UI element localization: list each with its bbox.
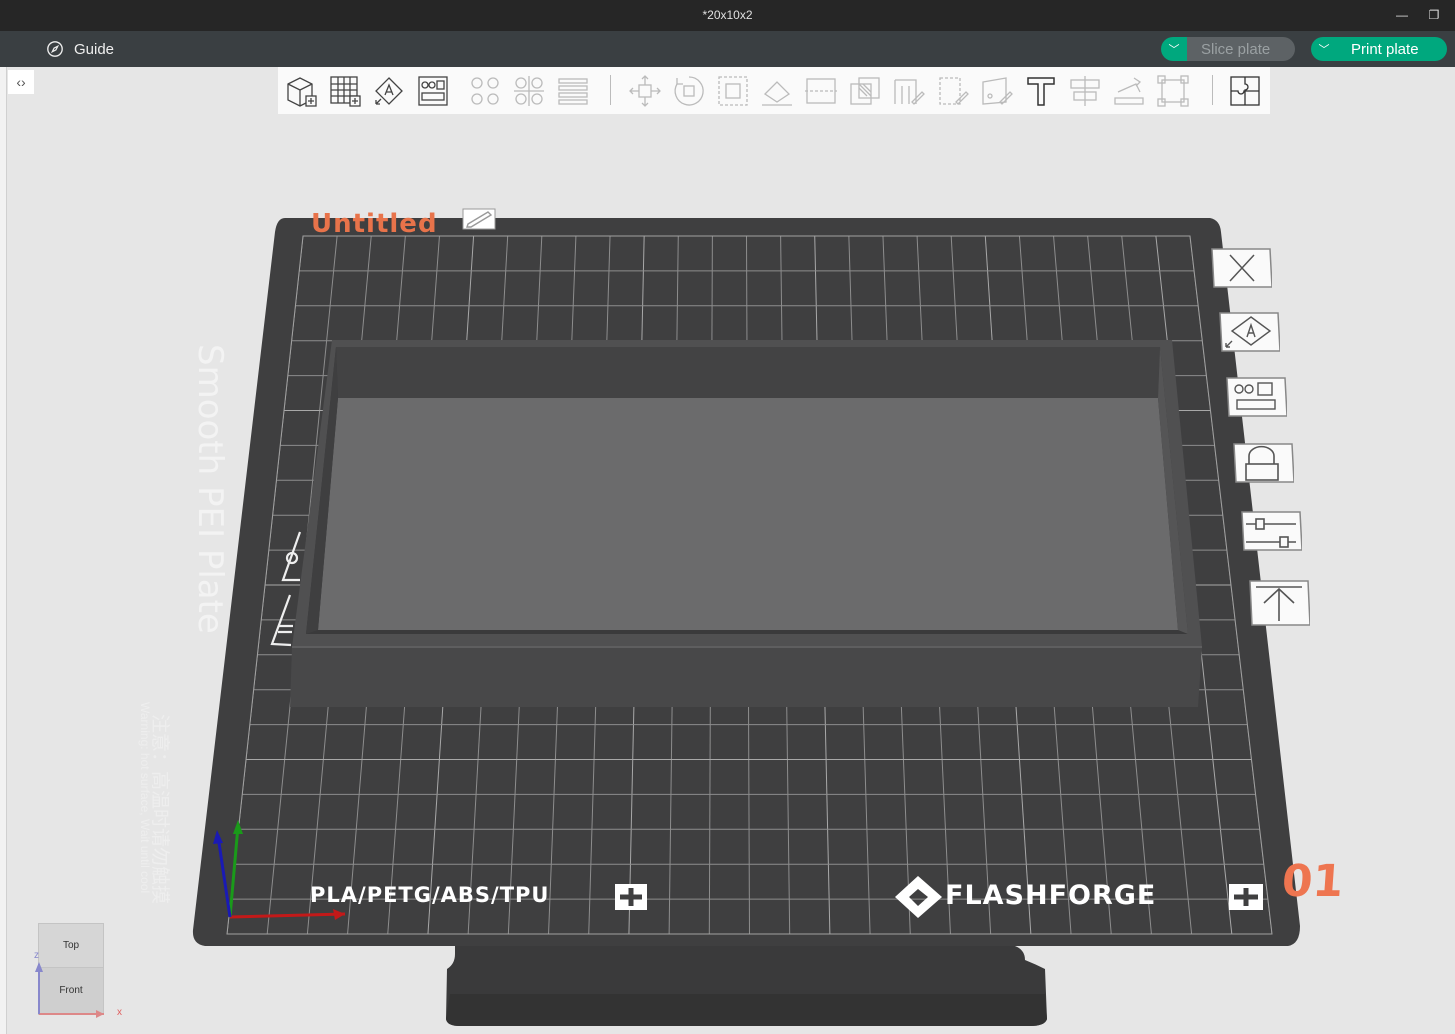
menu-bar: Guide ﹀ Slice plate ﹀ Print plate [0, 31, 1455, 67]
scale-icon[interactable] [716, 74, 750, 108]
toolbar [278, 67, 1270, 114]
seam-paint-icon[interactable] [936, 74, 970, 108]
title-bar: *20x10x2 — ❐ [0, 0, 1455, 31]
move-to-top-icon[interactable] [1248, 579, 1311, 626]
plate-type-label: Smooth PEI Plate [190, 344, 230, 634]
split-objects-icon[interactable] [468, 74, 502, 108]
auto-orient-icon[interactable] [372, 74, 406, 108]
auto-orient-plate-icon[interactable] [1218, 311, 1281, 355]
move-icon[interactable] [628, 74, 662, 108]
rotate-icon[interactable] [672, 74, 706, 108]
print-plate-button[interactable]: ﹀ Print plate [1311, 37, 1447, 61]
restore-button[interactable]: ❐ [1422, 6, 1446, 24]
axis-x-label: x [117, 1007, 122, 1018]
model-tray[interactable] [290, 340, 1202, 707]
arrange-plate-icon[interactable] [1225, 376, 1288, 420]
split-parts-icon[interactable] [512, 74, 546, 108]
lock-plate-icon[interactable] [1232, 442, 1295, 486]
compass-icon [47, 41, 63, 57]
plate-materials: PLA/PETG/ABS/TPU [310, 883, 550, 907]
add-cube-icon[interactable] [284, 74, 318, 108]
plate-warning-cn: 注意：高温时请勿触摸 [149, 714, 170, 905]
add-plate-icon[interactable] [328, 74, 362, 108]
window-title: *20x10x2 [702, 8, 753, 22]
guide-button[interactable]: Guide [46, 39, 114, 59]
expand-sidebar-button[interactable]: ‹› [8, 70, 34, 94]
measure-icon[interactable] [1068, 74, 1102, 108]
puzzle-icon[interactable] [1228, 74, 1262, 108]
lay-on-face-icon[interactable] [760, 74, 794, 108]
plate-number: 01 [1280, 856, 1346, 907]
plate-name[interactable]: Untitled [311, 209, 438, 239]
color-paint-icon[interactable] [980, 74, 1014, 108]
plate-marker-left [615, 884, 647, 910]
bounding-box-icon[interactable] [1156, 74, 1190, 108]
close-plate-icon[interactable] [1210, 247, 1273, 291]
guide-label: Guide [74, 40, 115, 58]
plate-settings-icon[interactable] [1240, 510, 1303, 554]
slice-dropdown-icon[interactable]: ﹀ [1161, 37, 1187, 61]
plate-marker-right [1229, 884, 1263, 910]
print-plate-label: Print plate [1337, 37, 1447, 61]
slice-plate-label: Slice plate [1187, 37, 1295, 61]
3d-viewport[interactable]: Untitled Smooth PEI Plate Warning: hot s… [0, 114, 1455, 1034]
view-cube-axes [35, 962, 104, 1018]
print-dropdown-icon[interactable]: ﹀ [1311, 37, 1337, 61]
layers-icon[interactable] [556, 74, 590, 108]
cut-icon[interactable] [804, 74, 838, 108]
axis-z-label: z [34, 950, 39, 961]
support-paint-icon[interactable] [892, 74, 926, 108]
mesh-boolean-icon[interactable] [848, 74, 882, 108]
text-icon[interactable] [1024, 74, 1058, 108]
arrange-icon[interactable] [416, 74, 450, 108]
edit-plate-name-icon[interactable] [462, 206, 496, 230]
minimize-button[interactable]: — [1390, 6, 1414, 24]
assembly-icon[interactable] [1112, 74, 1146, 108]
slice-plate-button[interactable]: ﹀ Slice plate [1161, 37, 1295, 61]
plate-brand: FLASHFORGE [945, 880, 1157, 911]
